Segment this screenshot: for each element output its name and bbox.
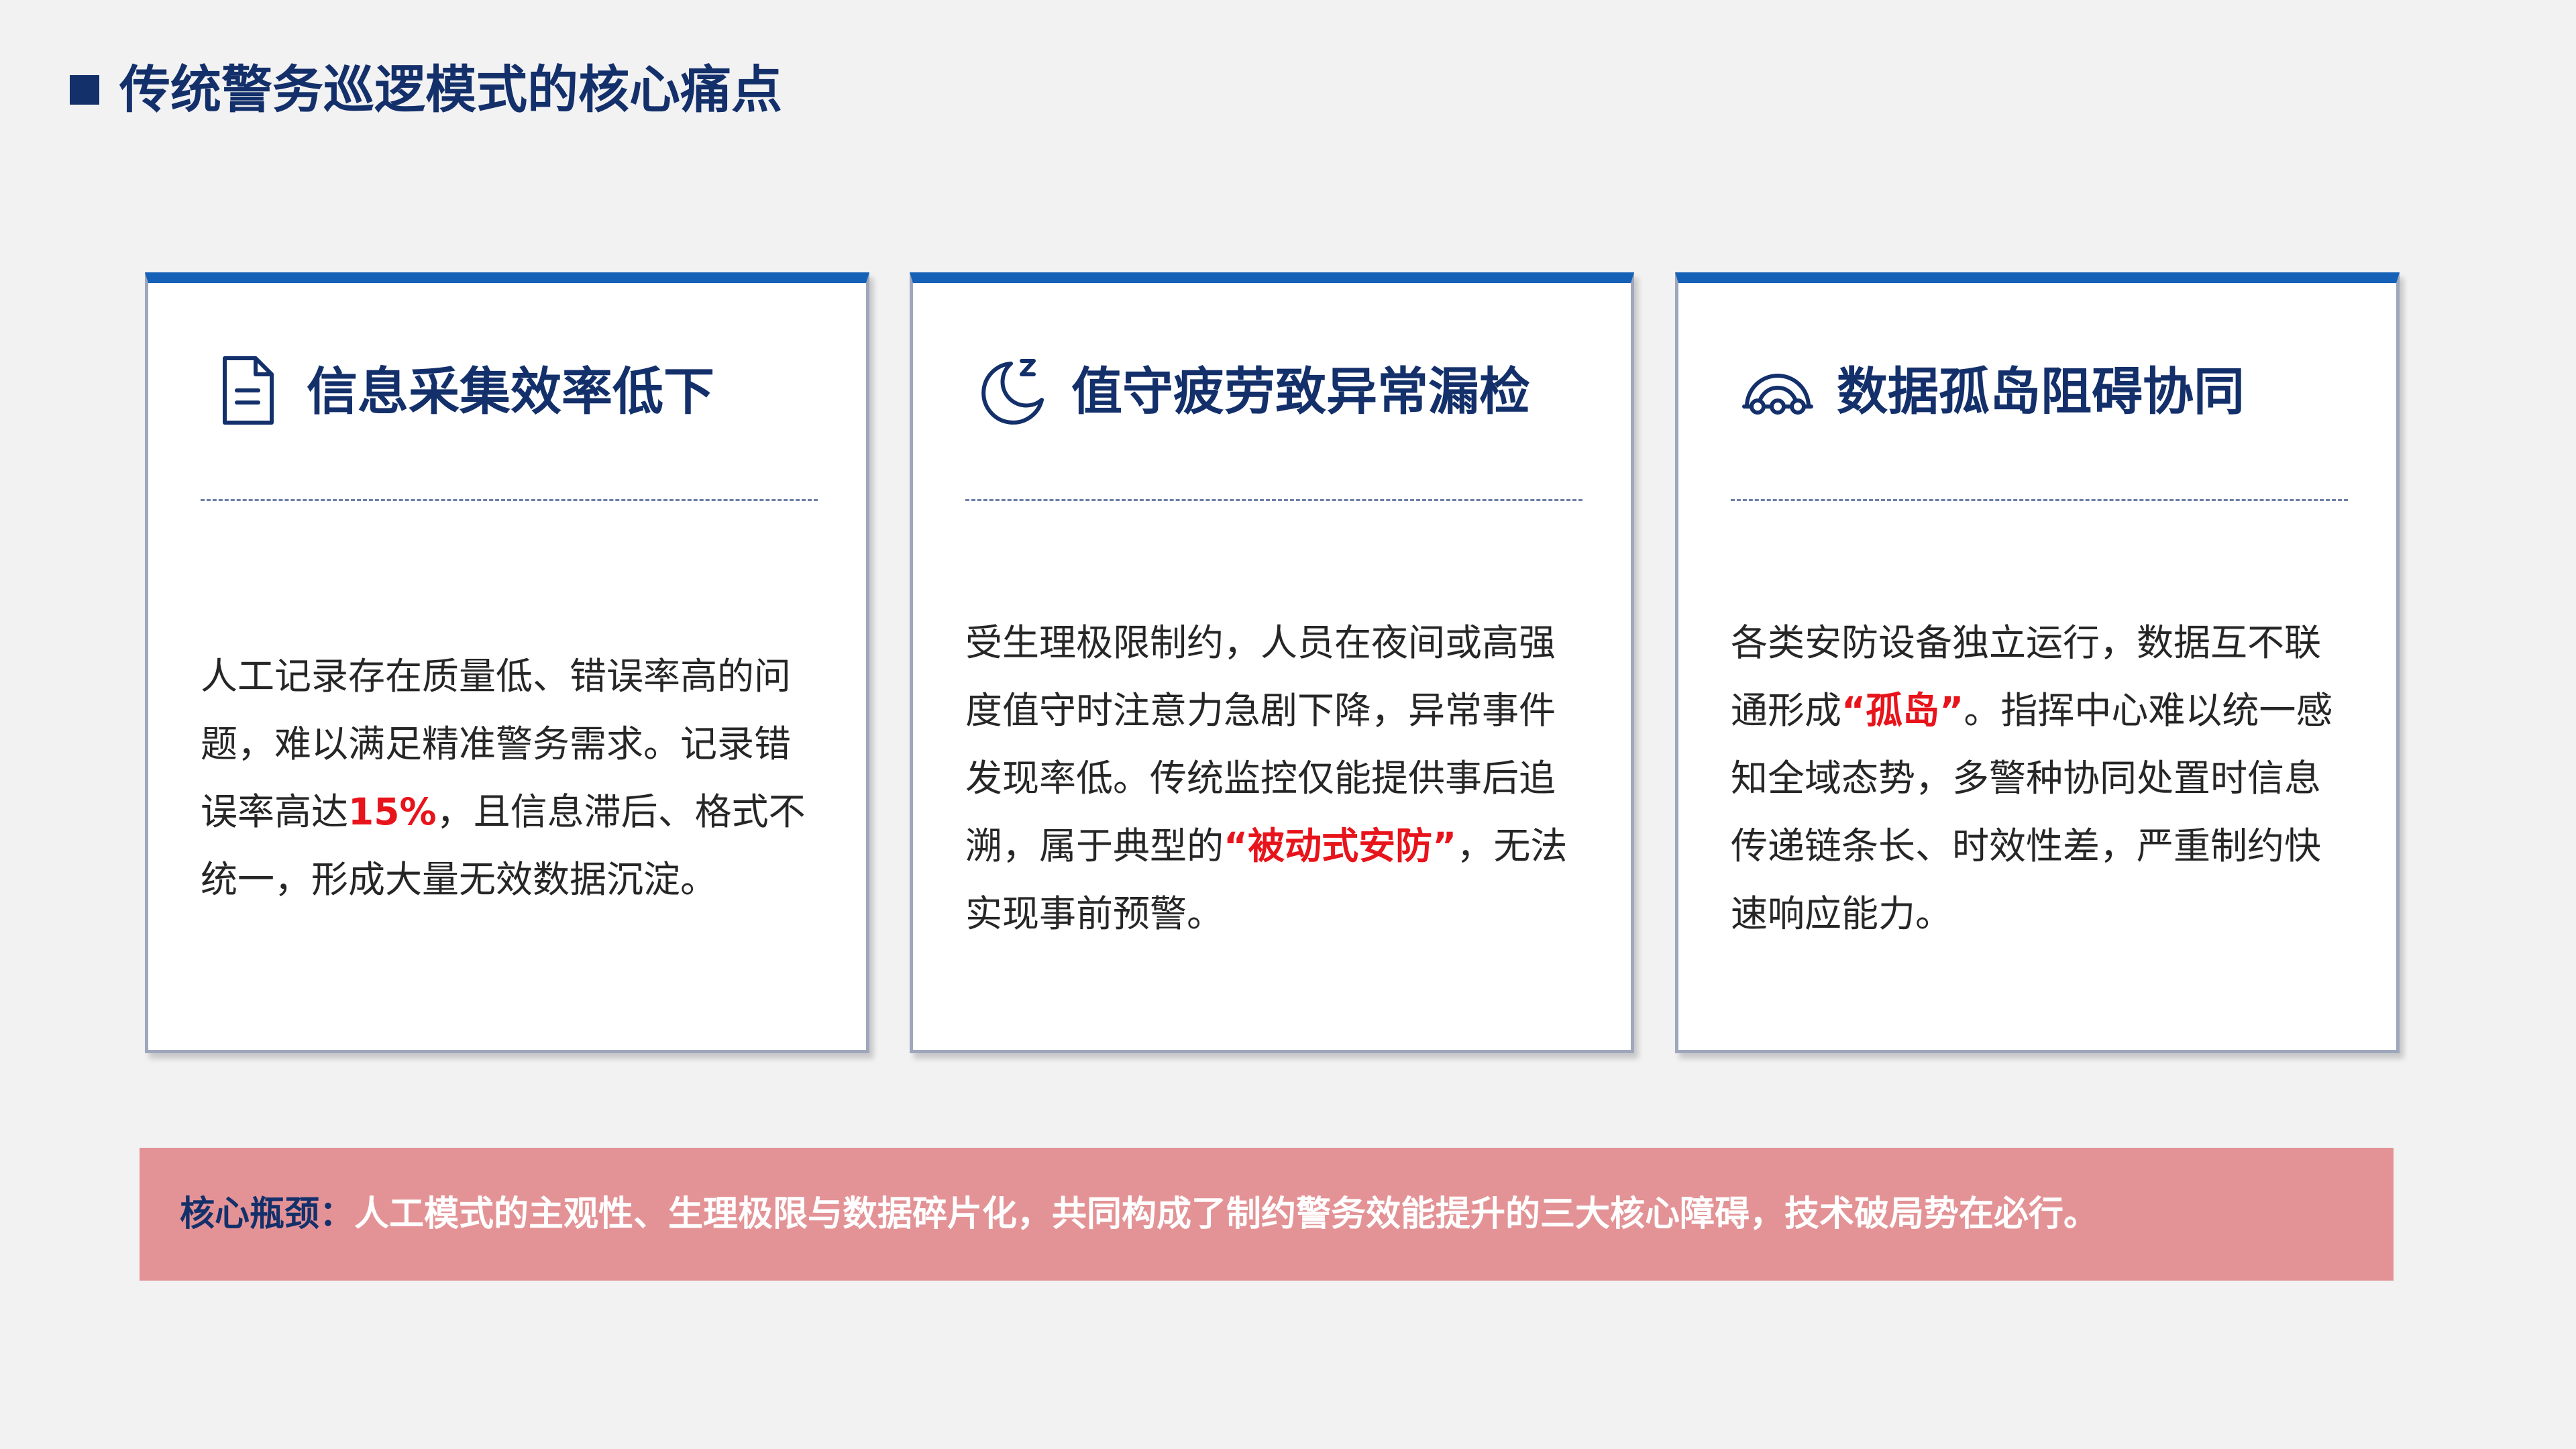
card-title: 值守疲劳致异常漏检 <box>1071 362 1530 421</box>
card-divider <box>201 499 818 501</box>
title-bullet-square <box>70 75 99 105</box>
body-highlight: 15% <box>348 790 437 833</box>
banner-statement: 人工模式的主观性、生理极限与数据碎片化，共同构成了制约警务效能提升的三大核心障碍… <box>354 1194 2099 1234</box>
pain-point-card-data-silo: 数据孤岛阻碍协同 各类安防设备独立运行，数据互不联通形成“孤岛”。指挥中心难以统… <box>1675 272 2400 1053</box>
card-body-text: 受生理极限制约，人员在夜间或高强度值守时注意力急剧下降，异常事件发现率低。传统监… <box>965 609 1591 948</box>
pain-point-card-fatigue: 值守疲劳致异常漏检 受生理极限制约，人员在夜间或高强度值守时注意力急剧下降，异常… <box>910 272 1634 1053</box>
document-icon <box>210 353 285 428</box>
card-title: 信息采集效率低下 <box>307 362 714 421</box>
page-title: 传统警务巡逻模式的核心痛点 <box>119 60 782 119</box>
card-divider <box>1731 499 2348 501</box>
card-divider <box>965 499 1582 501</box>
core-bottleneck-banner: 核心瓶颈：人工模式的主观性、生理极限与数据碎片化，共同构成了制约警务效能提升的三… <box>140 1148 2394 1281</box>
body-highlight: “被动式安防” <box>1224 824 1457 867</box>
banner-label: 核心瓶颈： <box>180 1194 355 1234</box>
network-arch-icon <box>1740 353 1815 428</box>
moon-sleep-icon <box>975 353 1050 428</box>
pain-point-card-info-collection: 信息采集效率低下 人工记录存在质量低、错误率高的问题，难以满足精准警务需求。记录… <box>145 272 869 1053</box>
banner-text: 核心瓶颈：人工模式的主观性、生理极限与数据碎片化，共同构成了制约警务效能提升的三… <box>180 1148 2098 1281</box>
body-highlight: “孤岛” <box>1841 689 1964 732</box>
card-body-text: 各类安防设备独立运行，数据互不联通形成“孤岛”。指挥中心难以统一感知全域态势，多… <box>1731 609 2356 948</box>
card-body-text: 人工记录存在质量低、错误率高的问题，难以满足精准警务需求。记录错误率高达15%，… <box>201 643 826 914</box>
card-title: 数据孤岛阻碍协同 <box>1837 362 2245 421</box>
